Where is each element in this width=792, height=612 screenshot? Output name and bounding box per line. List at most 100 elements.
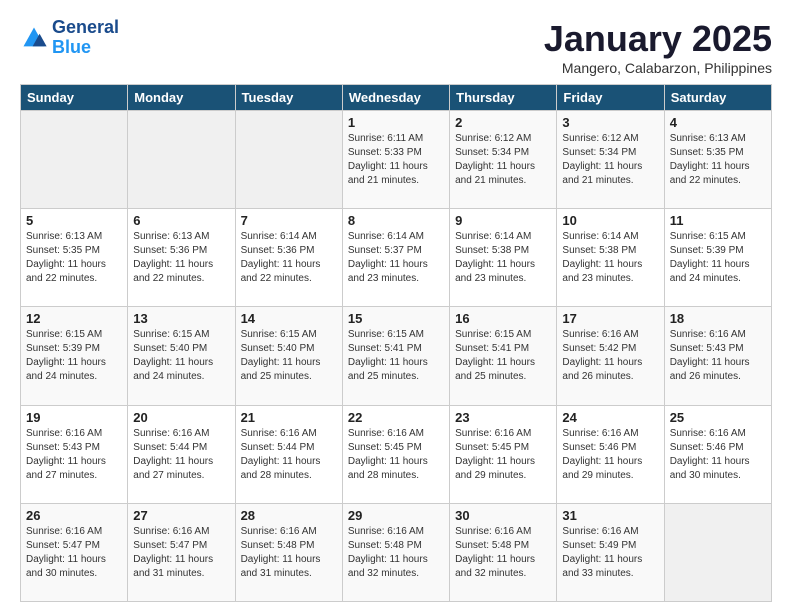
- table-row: 26Sunrise: 6:16 AM Sunset: 5:47 PM Dayli…: [21, 503, 128, 601]
- table-row: 27 Sunrise: 6:16 AM Sunset: 5:47 PM Dayli…: [128, 503, 235, 601]
- col-sunday: Sunday: [21, 85, 128, 111]
- cell-info: Sunrise: 6:13 AM Sunset: 5:35 PM Dayligh…: [26, 230, 122, 286]
- calendar-week-row-1: 5 Sunrise: 6:13 AM Sunset: 5:35 PM Daylig…: [21, 209, 772, 307]
- day-number: 14: [241, 311, 337, 326]
- day-number: 4: [670, 115, 766, 130]
- table-row: 29 Sunrise: 6:16 AM Sunset: 5:48 PM Dayli…: [342, 503, 449, 601]
- day-number: 21: [241, 410, 337, 425]
- day-number: 23: [455, 410, 551, 425]
- col-friday: Friday: [557, 85, 664, 111]
- table-row: 18 Sunrise: 6:16 AM Sunset: 5:43 PM Dayli…: [664, 307, 771, 405]
- cell-info: Sunrise: 6:16 AM Sunset: 5:47 PM Dayligh…: [26, 525, 122, 581]
- col-monday: Monday: [128, 85, 235, 111]
- table-row: 1Sunrise: 6:11 AM Sunset: 5:33 PM Daylig…: [342, 111, 449, 209]
- cell-info: Sunrise: 6:14 AM Sunset: 5:38 PM Dayligh…: [562, 230, 658, 286]
- table-row: 23 Sunrise: 6:16 AM Sunset: 5:45 PM Dayli…: [450, 405, 557, 503]
- cell-info: Sunrise: 6:16 AM Sunset: 5:46 PM Dayligh…: [562, 427, 658, 483]
- table-row: [235, 111, 342, 209]
- day-number: 29: [348, 508, 444, 523]
- cell-info: Sunrise: 6:16 AM Sunset: 5:44 PM Dayligh…: [133, 427, 229, 483]
- table-row: 25 Sunrise: 6:16 AM Sunset: 5:46 PM Dayli…: [664, 405, 771, 503]
- table-row: 22Sunrise: 6:16 AM Sunset: 5:45 PM Dayli…: [342, 405, 449, 503]
- location: Mangero, Calabarzon, Philippines: [544, 60, 772, 76]
- cell-info: Sunrise: 6:14 AM Sunset: 5:36 PM Dayligh…: [241, 230, 337, 286]
- cell-info: Sunrise: 6:15 AM Sunset: 5:39 PM Dayligh…: [670, 230, 766, 286]
- cell-info: Sunrise: 6:15 AM Sunset: 5:39 PM Dayligh…: [26, 328, 122, 384]
- cell-info: Sunrise: 6:14 AM Sunset: 5:38 PM Dayligh…: [455, 230, 551, 286]
- day-number: 6: [133, 213, 229, 228]
- cell-info: Sunrise: 6:16 AM Sunset: 5:44 PM Dayligh…: [241, 427, 337, 483]
- cell-info: Sunrise: 6:16 AM Sunset: 5:46 PM Dayligh…: [670, 427, 766, 483]
- table-row: 19Sunrise: 6:16 AM Sunset: 5:43 PM Dayli…: [21, 405, 128, 503]
- col-saturday: Saturday: [664, 85, 771, 111]
- day-number: 12: [26, 311, 122, 326]
- table-row: 17Sunrise: 6:16 AM Sunset: 5:42 PM Dayli…: [557, 307, 664, 405]
- calendar-header-row: Sunday Monday Tuesday Wednesday Thursday…: [21, 85, 772, 111]
- logo-text: General Blue: [52, 18, 119, 58]
- day-number: 3: [562, 115, 658, 130]
- table-row: [21, 111, 128, 209]
- cell-info: Sunrise: 6:16 AM Sunset: 5:47 PM Dayligh…: [133, 525, 229, 581]
- cell-info: Sunrise: 6:16 AM Sunset: 5:48 PM Dayligh…: [348, 525, 444, 581]
- table-row: 12 Sunrise: 6:15 AM Sunset: 5:39 PM Dayli…: [21, 307, 128, 405]
- cell-info: Sunrise: 6:12 AM Sunset: 5:34 PM Dayligh…: [562, 132, 658, 188]
- calendar-week-row-2: 12 Sunrise: 6:15 AM Sunset: 5:39 PM Dayli…: [21, 307, 772, 405]
- day-number: 11: [670, 213, 766, 228]
- page: General Blue January 2025 Mangero, Calab…: [0, 0, 792, 612]
- cell-info: Sunrise: 6:16 AM Sunset: 5:43 PM Dayligh…: [670, 328, 766, 384]
- cell-info: Sunrise: 6:16 AM Sunset: 5:48 PM Dayligh…: [241, 525, 337, 581]
- cell-info: Sunrise: 6:15 AM Sunset: 5:40 PM Dayligh…: [241, 328, 337, 384]
- table-row: [128, 111, 235, 209]
- day-number: 7: [241, 213, 337, 228]
- table-row: 7 Sunrise: 6:14 AM Sunset: 5:36 PM Daylig…: [235, 209, 342, 307]
- calendar-week-row-4: 26Sunrise: 6:16 AM Sunset: 5:47 PM Dayli…: [21, 503, 772, 601]
- month-title: January 2025: [544, 18, 772, 60]
- calendar-week-row-3: 19Sunrise: 6:16 AM Sunset: 5:43 PM Dayli…: [21, 405, 772, 503]
- table-row: 14 Sunrise: 6:15 AM Sunset: 5:40 PM Dayli…: [235, 307, 342, 405]
- table-row: 6 Sunrise: 6:13 AM Sunset: 5:36 PM Daylig…: [128, 209, 235, 307]
- day-number: 15: [348, 311, 444, 326]
- table-row: 30Sunrise: 6:16 AM Sunset: 5:48 PM Dayli…: [450, 503, 557, 601]
- logo-icon: [20, 24, 48, 52]
- col-tuesday: Tuesday: [235, 85, 342, 111]
- day-number: 20: [133, 410, 229, 425]
- logo: General Blue: [20, 18, 119, 58]
- table-row: 5 Sunrise: 6:13 AM Sunset: 5:35 PM Daylig…: [21, 209, 128, 307]
- table-row: 24Sunrise: 6:16 AM Sunset: 5:46 PM Dayli…: [557, 405, 664, 503]
- table-row: 20 Sunrise: 6:16 AM Sunset: 5:44 PM Dayli…: [128, 405, 235, 503]
- title-block: January 2025 Mangero, Calabarzon, Philip…: [544, 18, 772, 76]
- calendar-table: Sunday Monday Tuesday Wednesday Thursday…: [20, 84, 772, 602]
- day-number: 13: [133, 311, 229, 326]
- header: General Blue January 2025 Mangero, Calab…: [20, 18, 772, 76]
- calendar-week-row-0: 1Sunrise: 6:11 AM Sunset: 5:33 PM Daylig…: [21, 111, 772, 209]
- logo-line1: General: [52, 18, 119, 38]
- col-wednesday: Wednesday: [342, 85, 449, 111]
- table-row: 3 Sunrise: 6:12 AM Sunset: 5:34 PM Daylig…: [557, 111, 664, 209]
- logo-line2: Blue: [52, 37, 91, 57]
- cell-info: Sunrise: 6:13 AM Sunset: 5:35 PM Dayligh…: [670, 132, 766, 188]
- day-number: 16: [455, 311, 551, 326]
- table-row: 4 Sunrise: 6:13 AM Sunset: 5:35 PM Daylig…: [664, 111, 771, 209]
- day-number: 18: [670, 311, 766, 326]
- table-row: 8 Sunrise: 6:14 AM Sunset: 5:37 PM Daylig…: [342, 209, 449, 307]
- col-thursday: Thursday: [450, 85, 557, 111]
- day-number: 25: [670, 410, 766, 425]
- cell-info: Sunrise: 6:12 AM Sunset: 5:34 PM Dayligh…: [455, 132, 551, 188]
- day-number: 9: [455, 213, 551, 228]
- cell-info: Sunrise: 6:14 AM Sunset: 5:37 PM Dayligh…: [348, 230, 444, 286]
- cell-info: Sunrise: 6:13 AM Sunset: 5:36 PM Dayligh…: [133, 230, 229, 286]
- cell-info: Sunrise: 6:11 AM Sunset: 5:33 PM Dayligh…: [348, 132, 444, 188]
- cell-info: Sunrise: 6:16 AM Sunset: 5:45 PM Dayligh…: [455, 427, 551, 483]
- table-row: 16Sunrise: 6:15 AM Sunset: 5:41 PM Dayli…: [450, 307, 557, 405]
- table-row: 10Sunrise: 6:14 AM Sunset: 5:38 PM Dayli…: [557, 209, 664, 307]
- day-number: 5: [26, 213, 122, 228]
- cell-info: Sunrise: 6:15 AM Sunset: 5:41 PM Dayligh…: [348, 328, 444, 384]
- cell-info: Sunrise: 6:16 AM Sunset: 5:45 PM Dayligh…: [348, 427, 444, 483]
- table-row: 21 Sunrise: 6:16 AM Sunset: 5:44 PM Dayli…: [235, 405, 342, 503]
- table-row: 28Sunrise: 6:16 AM Sunset: 5:48 PM Dayli…: [235, 503, 342, 601]
- day-number: 8: [348, 213, 444, 228]
- table-row: 31Sunrise: 6:16 AM Sunset: 5:49 PM Dayli…: [557, 503, 664, 601]
- cell-info: Sunrise: 6:15 AM Sunset: 5:40 PM Dayligh…: [133, 328, 229, 384]
- day-number: 27: [133, 508, 229, 523]
- cell-info: Sunrise: 6:16 AM Sunset: 5:42 PM Dayligh…: [562, 328, 658, 384]
